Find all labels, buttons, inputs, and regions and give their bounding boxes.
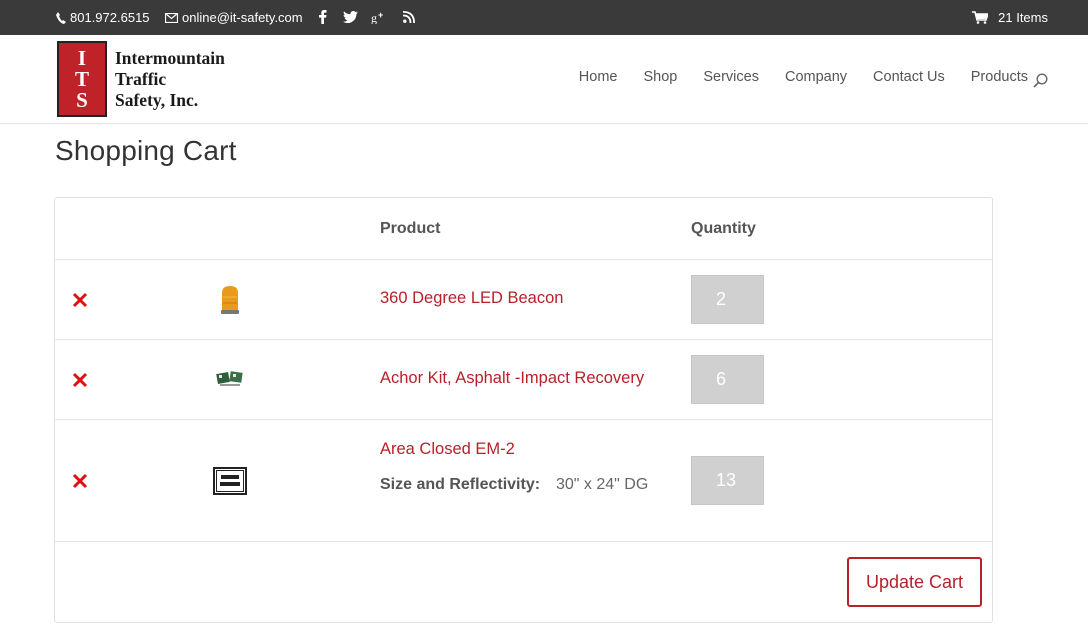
product-link[interactable]: Achor Kit, Asphalt -Impact Recovery: [380, 369, 644, 388]
remove-item-icon[interactable]: [72, 292, 88, 308]
nav-company[interactable]: Company: [785, 69, 847, 85]
quantity-input[interactable]: 13: [691, 456, 764, 505]
cart-table: Product Quantity 360 Degree LED Beacon 2: [54, 197, 993, 623]
product-thumbnail[interactable]: [213, 464, 247, 498]
page-title: Shopping Cart: [55, 135, 237, 166]
remove-item-icon[interactable]: [72, 372, 88, 388]
table-row: Area Closed EM-2 Size and Reflectivity: …: [55, 420, 992, 542]
nav-contact-us[interactable]: Contact Us: [873, 69, 945, 85]
phone-contact[interactable]: 801.972.6515: [56, 10, 150, 25]
update-cart-button[interactable]: Update Cart: [847, 557, 982, 607]
nav-services[interactable]: Services: [703, 69, 759, 85]
logo-text: Intermountain Traffic Safety, Inc.: [115, 47, 225, 110]
envelope-icon: [165, 12, 178, 23]
variation-label: Size and Reflectivity:: [380, 476, 541, 493]
cart-summary[interactable]: 21 Items: [972, 10, 1048, 25]
product-link[interactable]: Area Closed EM-2: [380, 440, 515, 459]
product-variation: Size and Reflectivity: 30" x 24" DG: [380, 476, 648, 494]
search-icon[interactable]: [1033, 73, 1048, 93]
anchor-kit-icon: [216, 370, 243, 386]
email-contact[interactable]: online@it-safety.com: [165, 10, 303, 25]
table-row: 360 Degree LED Beacon 2: [55, 260, 992, 340]
google-plus-icon[interactable]: g +: [370, 8, 388, 26]
product-thumbnail[interactable]: [213, 363, 247, 397]
svg-text:g: g: [371, 11, 377, 24]
site-header: I T S Intermountain Traffic Safety, Inc.…: [0, 35, 1088, 124]
table-row: Achor Kit, Asphalt -Impact Recovery 6: [55, 340, 992, 420]
area-closed-sign-icon: [213, 466, 247, 495]
logo-mark: I T S: [57, 41, 107, 117]
quantity-input[interactable]: 2: [691, 275, 764, 324]
twitter-icon[interactable]: [341, 8, 359, 26]
product-link[interactable]: 360 Degree LED Beacon: [380, 289, 563, 308]
facebook-icon[interactable]: [313, 8, 331, 26]
nav-home[interactable]: Home: [579, 69, 618, 85]
rss-icon[interactable]: [400, 8, 418, 26]
product-thumbnail[interactable]: [213, 283, 247, 317]
nav-shop[interactable]: Shop: [643, 69, 677, 85]
cart-count: 21 Items: [998, 10, 1048, 25]
phone-number: 801.972.6515: [70, 10, 150, 25]
nav-products[interactable]: Products: [971, 69, 1028, 85]
phone-icon: [56, 11, 66, 24]
beacon-icon: [221, 285, 239, 314]
cart-actions: Update Cart: [55, 542, 992, 622]
svg-text:+: +: [378, 11, 383, 20]
table-header: Product Quantity: [55, 198, 992, 260]
cart-icon: [972, 11, 989, 24]
site-logo[interactable]: I T S Intermountain Traffic Safety, Inc.: [57, 41, 257, 117]
remove-item-icon[interactable]: [72, 473, 88, 489]
main-nav: Home Shop Services Company Contact Us Pr…: [553, 69, 1028, 85]
column-quantity: Quantity: [691, 220, 756, 237]
column-product: Product: [380, 220, 441, 237]
quantity-input[interactable]: 6: [691, 355, 764, 404]
variation-value: 30" x 24" DG: [556, 476, 649, 493]
top-bar: 801.972.6515 online@it-safety.com g + 21 …: [0, 0, 1088, 35]
email-address: online@it-safety.com: [182, 10, 303, 25]
